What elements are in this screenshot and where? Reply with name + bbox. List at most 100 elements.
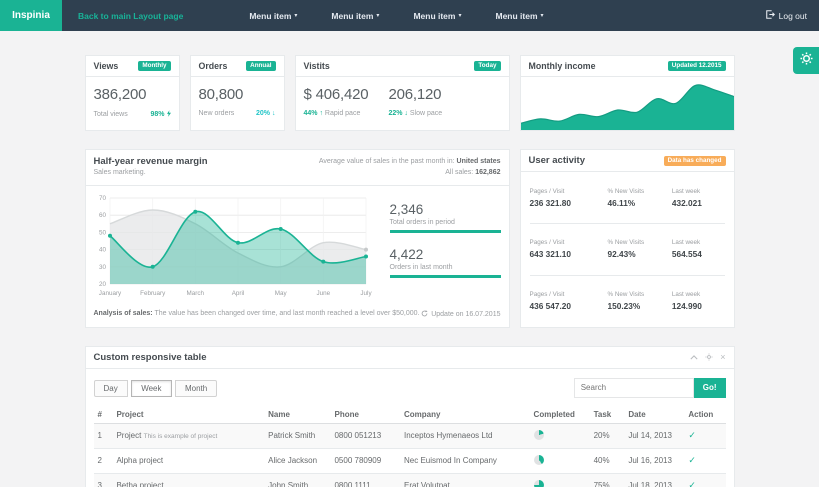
arrow-down-icon: ↓ [404,110,408,117]
analysis-text: Analysis of sales: The value has been ch… [94,310,420,319]
search-input[interactable] [574,378,694,398]
views-stat-card: Views Monthly 386,200 Total views 98% [85,55,180,131]
table-header-row: # Project Name Phone Company Completed T… [94,406,726,424]
activity-row: Pages / Visit643 321.10 % New Visits92.4… [530,224,725,276]
check-icon[interactable]: ✓ [688,480,696,487]
table-search: Go! [574,378,726,398]
orders-value: 80,800 [199,85,276,105]
visits-value-1: $ 406,420 [304,85,369,105]
user-activity-panel: User activity Data has changed Pages / V… [520,149,735,327]
svg-text:50: 50 [98,229,106,236]
status-badge: Today [474,61,500,71]
table-row: 1 Project This is example of project Pat… [94,423,726,448]
pie-icon [534,430,544,440]
svg-text:70: 70 [98,195,106,202]
revenue-summary-text: Average value of sales in the past month… [319,156,501,178]
refresh-icon [421,310,428,319]
projects-table: # Project Name Phone Company Completed T… [94,406,726,487]
menu-item-3[interactable]: Menu item▾ [413,11,461,21]
close-icon[interactable]: × [720,353,725,362]
svg-text:June: June [316,290,330,297]
svg-text:60: 60 [98,212,106,219]
table-row: 3 Betha project John Smith 0800 1111 Era… [94,473,726,487]
monthly-income-card: Monthly income Updated 12.2015 [520,55,735,131]
svg-text:April: April [231,290,244,297]
main-menu: Menu item▾ Menu item▾ Menu item▾ Menu it… [249,11,543,21]
middle-row: Half-year revenue margin Sales marketing… [85,149,735,327]
panel-subtitle: Sales marketing. [94,169,208,176]
wrench-icon[interactable] [705,353,713,361]
svg-text:20: 20 [98,281,106,288]
search-go-button[interactable]: Go! [694,378,726,398]
filter-day-button[interactable]: Day [94,380,128,397]
activity-row: Pages / Visit436 547.20 % New Visits150.… [530,276,725,327]
status-badge: Monthly [138,61,170,71]
monthly-income-sparkline [521,77,734,130]
pie-icon [534,455,544,465]
visits-col-2: 206,120 22% ↓ Slow pace [388,85,442,117]
brand-logo[interactable]: Inspinia [0,0,62,31]
orders-month-progress [390,275,501,278]
table-row: 2 Alpha project Alice Jackson 0500 78090… [94,448,726,473]
data-changed-badge: Data has changed [664,156,726,166]
revenue-area-chart: 203040506070JanuaryFebruaryMarchAprilMay… [94,194,378,305]
chevron-up-icon[interactable] [690,355,698,360]
card-title: Orders [199,61,228,71]
orders-period-value: 2,346 [390,202,501,217]
orders-stat-card: Orders Annual 80,800 New orders 20%↓ [190,55,285,131]
orders-label: New orders [199,110,235,117]
svg-text:May: May [274,290,287,297]
svg-text:30: 30 [98,263,106,270]
filter-month-button[interactable]: Month [175,380,217,397]
range-filter-group: Day Week Month [94,378,218,397]
orders-period-label: Total orders in period [390,219,501,226]
svg-text:40: 40 [98,246,106,253]
activity-row: Pages / Visit236 321.80 % New Visits46.1… [530,172,725,224]
svg-text:March: March [186,290,204,297]
views-label: Total views [94,111,128,118]
page-content: Views Monthly 386,200 Total views 98% Or… [85,31,735,487]
visits-delta-2: 22% ↓ Slow pace [388,110,442,117]
theme-settings-button[interactable] [793,47,819,74]
menu-item-2[interactable]: Menu item▾ [331,11,379,21]
filter-week-button[interactable]: Week [131,380,171,397]
status-badge: Annual [246,61,275,71]
visits-col-1: $ 406,420 44% ↑ Rapid pace [304,85,369,117]
top-navbar: Inspinia Back to main Layout page Menu i… [0,0,819,31]
panel-title: User activity [529,155,586,166]
gears-icon [800,52,813,70]
menu-item-1[interactable]: Menu item▾ [249,11,297,21]
card-title: Vistits [304,61,330,71]
revenue-stats: 2,346 Total orders in period 4,422 Order… [378,194,501,305]
card-title: Views [94,61,119,71]
menu-item-4[interactable]: Menu item▾ [495,11,543,21]
orders-period-progress [390,230,501,233]
check-icon[interactable]: ✓ [688,430,696,440]
visits-delta-1: 44% ↑ Rapid pace [304,110,369,117]
visits-value-2: 206,120 [388,85,442,105]
logout-button[interactable]: Log out [766,10,807,21]
visits-stat-card: Vistits Today $ 406,420 44% ↑ Rapid pace… [295,55,510,131]
arrow-down-icon: ↓ [272,110,276,117]
custom-table-panel: Custom responsive table × Day Week Month… [85,346,735,487]
arrow-up-icon: ↑ [319,110,323,117]
revenue-panel: Half-year revenue margin Sales marketing… [85,149,510,327]
chevron-down-icon: ▾ [294,13,297,19]
svg-text:July: July [360,290,372,297]
panel-title: Custom responsive table [94,352,207,363]
chevron-down-icon: ▾ [541,13,544,19]
update-info[interactable]: Update on 16.07.2015 [421,310,500,319]
panel-title: Half-year revenue margin [94,156,208,167]
stat-cards-row: Views Monthly 386,200 Total views 98% Or… [85,55,735,131]
orders-month-value: 4,422 [390,247,501,262]
chevron-down-icon: ▾ [376,13,379,19]
views-value: 386,200 [94,85,171,105]
revenue-panel-heading: Half-year revenue margin Sales marketing… [94,156,208,176]
orders-delta: 20%↓ [256,110,276,117]
views-delta: 98% [150,110,170,119]
check-icon[interactable]: ✓ [688,455,696,465]
back-to-main-link[interactable]: Back to main Layout page [78,11,183,21]
bolt-icon [167,110,171,119]
chevron-down-icon: ▾ [458,13,461,19]
svg-text:February: February [140,290,166,297]
